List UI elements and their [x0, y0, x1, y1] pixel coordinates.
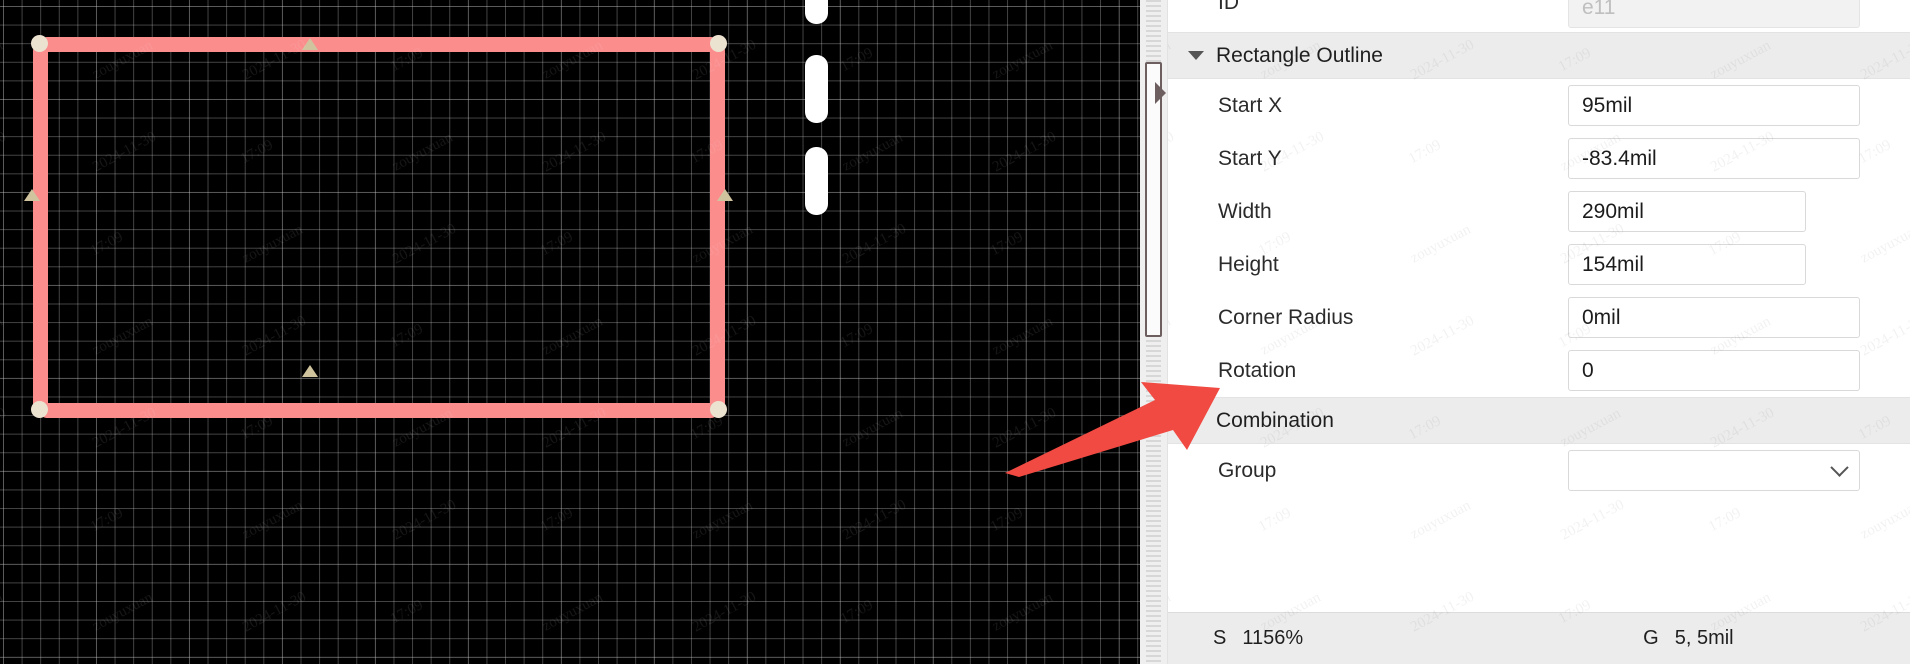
- pcb-pad[interactable]: [805, 0, 828, 24]
- midpoint-handle-top[interactable]: [302, 38, 318, 50]
- properties-panel: ID e11 Rectangle Outline Start X 95mil S…: [1167, 0, 1910, 664]
- property-row-width: Width 290mil: [1168, 185, 1910, 238]
- panel-splitter[interactable]: [1140, 0, 1167, 664]
- section-title-rectangle-outline: Rectangle Outline: [1216, 43, 1383, 67]
- property-row-id: ID e11: [1168, 0, 1910, 32]
- editor-window: zouyuxuanzouyuxuan2024-11-3017:09zouyuxu…: [0, 0, 1910, 664]
- rectangle-outline-shape[interactable]: [24, 35, 733, 418]
- section-header-rectangle-outline[interactable]: Rectangle Outline: [1168, 32, 1910, 79]
- status-grid: G 5, 5mil: [1643, 627, 1733, 650]
- property-row-start-y: Start Y -83.4mil: [1168, 132, 1910, 185]
- property-row-group: Group: [1168, 444, 1910, 497]
- resize-handle-top-left[interactable]: [31, 35, 48, 52]
- rect-edge-right[interactable]: [710, 44, 725, 410]
- section-title-combination: Combination: [1216, 408, 1334, 432]
- property-label-width: Width: [1218, 199, 1272, 223]
- midpoint-handle-left[interactable]: [24, 189, 40, 201]
- status-scale-value: 1156%: [1242, 627, 1304, 649]
- property-label-id: ID: [1218, 0, 1239, 14]
- collapse-panel-arrow-icon[interactable]: [1155, 82, 1166, 104]
- rotation-input[interactable]: 0: [1568, 350, 1860, 391]
- property-row-height: Height 154mil: [1168, 238, 1910, 291]
- property-label-rotation: Rotation: [1218, 358, 1297, 382]
- resize-handle-bottom-left[interactable]: [31, 401, 48, 418]
- status-grid-value: 5, 5mil: [1674, 627, 1734, 649]
- resize-handle-bottom-right[interactable]: [710, 401, 727, 418]
- property-row-start-x: Start X 95mil: [1168, 79, 1910, 132]
- status-bar: S 1156% G 5, 5mil: [1168, 612, 1910, 664]
- pcb-pad[interactable]: [805, 55, 828, 123]
- group-select[interactable]: [1568, 450, 1860, 491]
- start-y-input[interactable]: -83.4mil: [1568, 138, 1860, 179]
- property-label-start-x: Start X: [1218, 93, 1283, 117]
- status-grid-key: G: [1643, 627, 1659, 649]
- chevron-down-icon[interactable]: [1188, 416, 1204, 425]
- rect-edge-top[interactable]: [40, 37, 718, 52]
- width-input[interactable]: 290mil: [1568, 191, 1806, 232]
- status-scale: S 1156%: [1213, 627, 1303, 650]
- property-row-corner-radius: Corner Radius 0mil: [1168, 291, 1910, 344]
- panel-empty-space: [1168, 497, 1910, 612]
- height-input[interactable]: 154mil: [1568, 244, 1806, 285]
- property-row-rotation: Rotation 0: [1168, 344, 1910, 397]
- property-label-height: Height: [1218, 252, 1279, 276]
- rect-edge-left[interactable]: [33, 44, 48, 410]
- pcb-canvas[interactable]: zouyuxuanzouyuxuan2024-11-3017:09zouyuxu…: [0, 0, 1140, 664]
- midpoint-handle-right[interactable]: [717, 189, 733, 201]
- chevron-down-icon: [1830, 458, 1849, 477]
- status-scale-key: S: [1213, 627, 1227, 649]
- chevron-down-icon[interactable]: [1188, 51, 1204, 60]
- start-x-input[interactable]: 95mil: [1568, 85, 1860, 126]
- rect-edge-bottom[interactable]: [40, 403, 718, 418]
- id-field: e11: [1568, 0, 1860, 28]
- pcb-pad[interactable]: [805, 147, 828, 215]
- resize-handle-top-right[interactable]: [710, 35, 727, 52]
- section-header-combination[interactable]: Combination: [1168, 397, 1910, 444]
- property-label-start-y: Start Y: [1218, 146, 1282, 170]
- property-label-corner-radius: Corner Radius: [1218, 305, 1354, 329]
- corner-radius-input[interactable]: 0mil: [1568, 297, 1860, 338]
- midpoint-handle-bottom[interactable]: [302, 365, 318, 377]
- property-label-group: Group: [1218, 458, 1277, 482]
